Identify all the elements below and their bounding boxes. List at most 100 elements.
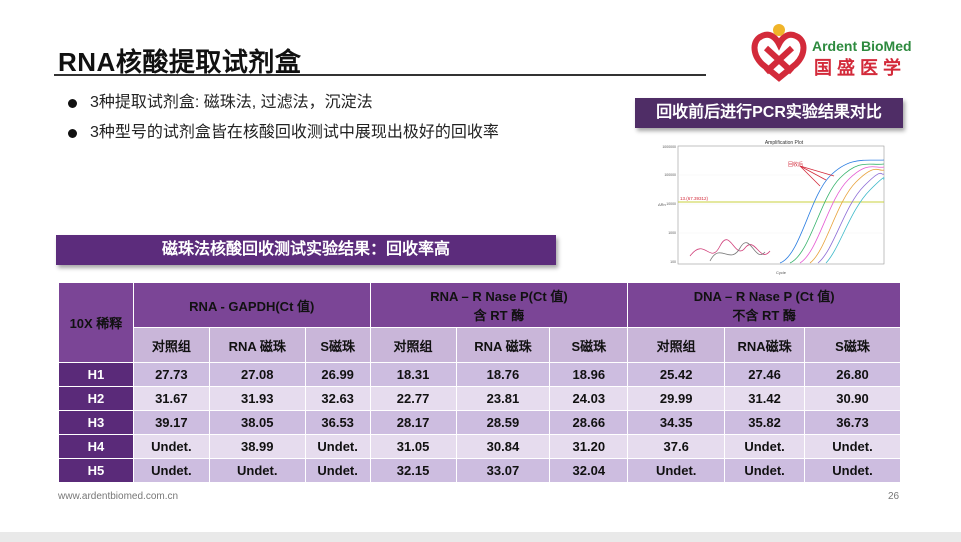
table-cell: 33.07: [455, 458, 551, 483]
table-cell: Undet.: [724, 434, 806, 459]
table-cell: 34.35: [627, 410, 726, 435]
table-cell: Undet.: [804, 434, 901, 459]
subheader-cell: 对照组: [627, 327, 726, 363]
subheader-cell: RNA 磁珠: [455, 327, 551, 363]
table-cell: 28.66: [549, 410, 629, 435]
table-cell: Undet.: [724, 458, 806, 483]
table-cell: 31.67: [132, 386, 210, 411]
logo-english-name: Ardent BioMed: [812, 38, 912, 54]
table-cell: 39.17: [132, 410, 210, 435]
table-cell: 29.99: [627, 386, 726, 411]
plot-title: Amplification Plot: [765, 140, 804, 146]
row-label: H5: [58, 458, 134, 483]
table-cell: 25.42: [627, 362, 726, 387]
row-label: H4: [58, 434, 134, 459]
subheader-cell: RNA磁珠: [724, 327, 806, 363]
table-row: H1 27.73 27.08 26.99 18.31 18.76 18.96 25.42 27.…: [58, 362, 901, 387]
bullet-dot-icon: [68, 99, 77, 108]
bullet-list: 3种提取试剂盒: 磁珠法, 过滤法，沉淀法 3种型号的试剂盒皆在核酸回收测试中展…: [68, 88, 499, 148]
bullet-item: 3种提取试剂盒: 磁珠法, 过滤法，沉淀法: [68, 88, 499, 118]
table-cell: 32.04: [549, 458, 629, 483]
table-cell: 18.96: [549, 362, 629, 387]
group-header-line: DNA – R Nase P (Ct 值): [693, 289, 835, 304]
group-header-line: RNA - GAPDH(Ct 值): [189, 298, 315, 314]
table-cell: 24.03: [549, 386, 629, 411]
table-cell: 31.93: [208, 386, 306, 411]
table-cell: 38.05: [208, 410, 306, 435]
svg-text:10000: 10000: [666, 202, 676, 206]
table-cell: 23.81: [455, 386, 551, 411]
table-cell: 36.73: [804, 410, 901, 435]
group-header-dna-rnasep: DNA – R Nase P (Ct 值) 不含 RT 酶: [627, 282, 901, 328]
row-label: H1: [58, 362, 134, 387]
table-cell: 22.77: [369, 386, 457, 411]
table-cell: Undet.: [804, 458, 901, 483]
logo-heart-icon: [751, 24, 807, 82]
table-row: H3 39.17 38.05 36.53 28.17 28.59 28.66 34.35 35.…: [58, 410, 901, 435]
table-cell: Undet.: [132, 458, 210, 483]
table-cell: 38.99: [208, 434, 306, 459]
svg-text:100: 100: [670, 260, 676, 264]
table-cell: 26.80: [804, 362, 901, 387]
bottom-bar: [0, 532, 961, 542]
subheader-cell: S磁珠: [804, 327, 901, 363]
table-cell: 28.17: [369, 410, 457, 435]
group-header-subline: 不含 RT 酶: [732, 308, 796, 323]
corner-header: 10X 稀释: [58, 282, 134, 363]
table-cell: 18.31: [369, 362, 457, 387]
group-header-gapdh: RNA - GAPDH(Ct 值): [132, 282, 371, 328]
company-logo: Ardent BioMed 国盛医学: [748, 22, 948, 84]
table-row: H5 Undet. Undet. Undet. 32.15 33.07 32.04 Undet…: [58, 458, 901, 483]
svg-text:1000000: 1000000: [662, 145, 676, 149]
table-cell: 31.42: [724, 386, 806, 411]
table-cell: 31.20: [549, 434, 629, 459]
subheader-cell: S磁珠: [304, 327, 371, 363]
table-cell: 31.05: [369, 434, 457, 459]
table-cell: 35.82: [724, 410, 806, 435]
bullet-dot-icon: [68, 129, 77, 138]
table-row: H2 31.67 31.93 32.63 22.77 23.81 24.03 29.99 31.…: [58, 386, 901, 411]
table-cell: 37.6: [627, 434, 726, 459]
table-cell: Undet.: [132, 434, 210, 459]
group-header-subline: 含 RT 酶: [473, 308, 525, 323]
table-cell: Undet.: [627, 458, 726, 483]
recovery-results-table: 10X 稀释 RNA - GAPDH(Ct 值) RNA – R Nase P(…: [58, 282, 901, 483]
table-cell: 32.15: [369, 458, 457, 483]
pcr-comparison-label: 回收前后进行PCR实验结果对比: [635, 98, 903, 128]
bullet-item: 3种型号的试剂盒皆在核酸回收测试中展现出极好的回收率: [68, 118, 499, 148]
bullet-text: 3种型号的试剂盒皆在核酸回收测试中展现出极好的回收率: [90, 124, 499, 141]
table-cell: 30.84: [455, 434, 551, 459]
table-cell: 36.53: [304, 410, 371, 435]
subheader-cell: RNA 磁珠: [208, 327, 306, 363]
x-axis-label: Cycle: [776, 270, 787, 275]
table-cell: 27.73: [132, 362, 210, 387]
svg-text:100000: 100000: [664, 173, 676, 177]
table-cell: Undet.: [208, 458, 306, 483]
results-banner: 磁珠法核酸回收测试实验结果：回收率高: [56, 235, 556, 265]
svg-text:1000: 1000: [668, 231, 676, 235]
y-axis-label: ΔRn: [658, 202, 666, 207]
table-cell: 30.90: [804, 386, 901, 411]
table-row: H4 Undet. 38.99 Undet. 31.05 30.84 31.20 37.6 Un…: [58, 434, 901, 459]
title-underline: [54, 74, 706, 76]
amplification-plot: Amplification Plot 1000000 100000 10000 100…: [658, 140, 885, 275]
subheader-cell: S磁珠: [549, 327, 629, 363]
table-cell: 26.99: [304, 362, 371, 387]
row-label: H3: [58, 410, 134, 435]
table-cell: Undet.: [304, 434, 371, 459]
table-cell: 18.76: [455, 362, 551, 387]
subheader-cell: 对照组: [369, 327, 457, 363]
subheader-cell: 对照组: [132, 327, 210, 363]
row-label: H2: [58, 386, 134, 411]
table-cell: 27.08: [208, 362, 306, 387]
group-header-line: RNA – R Nase P(Ct 值): [430, 289, 568, 304]
table-cell: 32.63: [304, 386, 371, 411]
table-cell: 28.59: [455, 410, 551, 435]
group-header-rnasep-rt: RNA – R Nase P(Ct 值) 含 RT 酶: [369, 282, 629, 328]
logo-chinese-name: 国盛医学: [814, 58, 906, 78]
footer-url: www.ardentbiomed.com.cn: [58, 491, 179, 502]
table-cell: Undet.: [304, 458, 371, 483]
threshold-label: 13.(67.39312): [680, 196, 709, 201]
table-cell: 27.46: [724, 362, 806, 387]
page-number: 26: [888, 491, 900, 502]
